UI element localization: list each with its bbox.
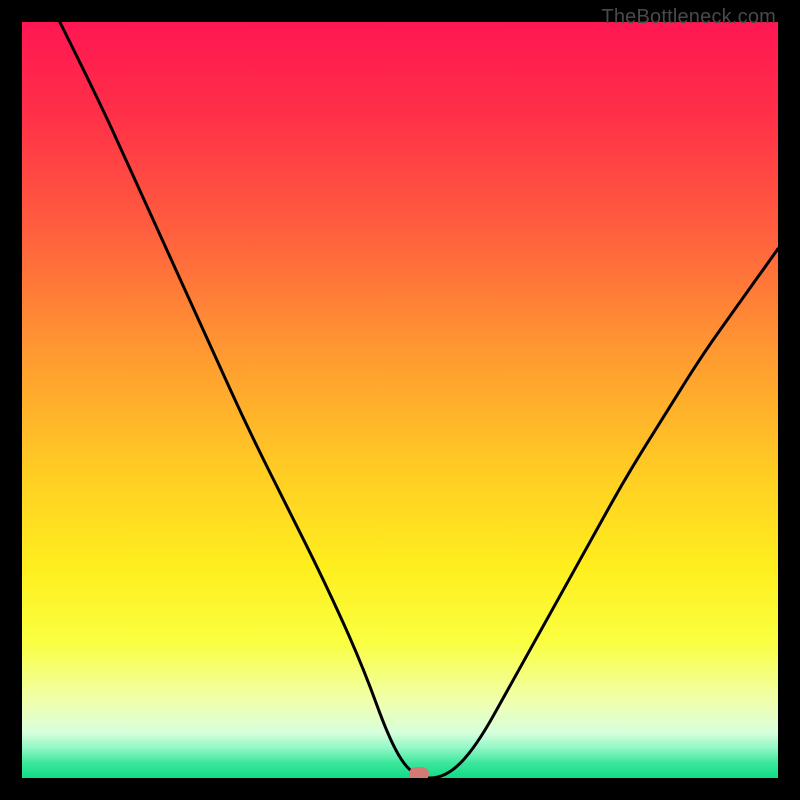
plot-area (22, 22, 778, 778)
bottleneck-curve-path (60, 22, 778, 778)
chart-frame: TheBottleneck.com (0, 0, 800, 800)
watermark-text: TheBottleneck.com (601, 6, 776, 29)
curve-svg (22, 22, 778, 778)
optimum-marker (409, 767, 429, 778)
